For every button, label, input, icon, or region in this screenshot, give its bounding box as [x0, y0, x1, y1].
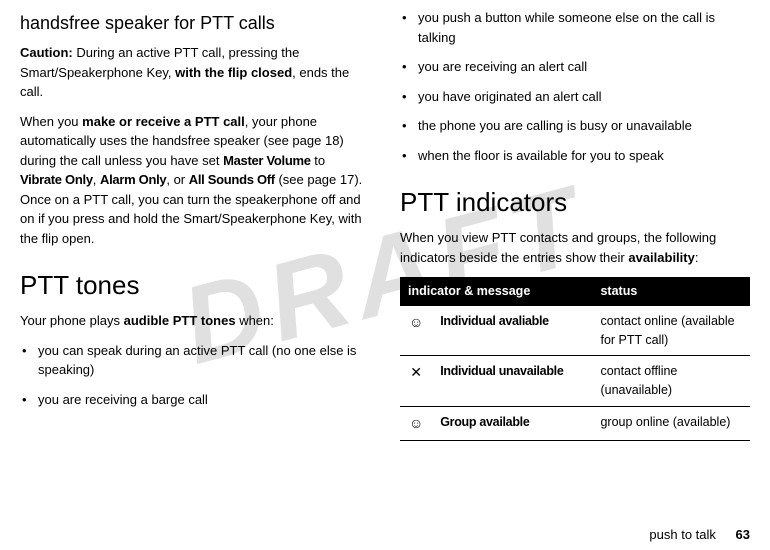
p2-c: to — [311, 153, 325, 168]
ind-intro-bold: availability — [628, 250, 694, 265]
list-item: you push a button while someone else on … — [400, 8, 750, 47]
table-row: ☺ Group available group online (availabl… — [400, 406, 750, 440]
footer: push to talk 63 — [649, 525, 750, 545]
p2-bold: make or receive a PTT call — [82, 114, 245, 129]
p2-a: When you — [20, 114, 82, 129]
th-status: status — [592, 277, 750, 306]
left-column: handsfree speaker for PTT calls Caution:… — [20, 8, 370, 508]
table-row: ☺ Individual avaliable contact online (a… — [400, 306, 750, 356]
list-item: when the floor is available for you to s… — [400, 146, 750, 166]
page-columns: handsfree speaker for PTT calls Caution:… — [20, 8, 750, 508]
list-item: the phone you are calling is busy or una… — [400, 116, 750, 136]
indicator-message: Individual unavailable — [440, 364, 563, 378]
p2-vibrate: Vibrate Only — [20, 172, 93, 187]
list-item: you are receiving an alert call — [400, 57, 750, 77]
indicator-status: group online (available) — [592, 406, 750, 440]
indicator-icon: ✕ — [400, 356, 432, 407]
heading-handsfree: handsfree speaker for PTT calls — [20, 10, 370, 37]
caution-bold: with the flip closed — [175, 65, 292, 80]
p2-alarm: Alarm Only — [100, 172, 166, 187]
footer-section: push to talk — [649, 527, 716, 542]
p2-e: , or — [166, 172, 188, 187]
right-column: you push a button while someone else on … — [400, 8, 750, 508]
indicator-message: Individual avaliable — [440, 314, 549, 328]
table-row: ✕ Individual unavailable contact offline… — [400, 356, 750, 407]
ind-intro-b: : — [695, 250, 699, 265]
list-item: you can speak during an active PTT call … — [20, 341, 370, 380]
make-receive-paragraph: When you make or receive a PTT call, you… — [20, 112, 370, 249]
p2-d: , — [93, 172, 100, 187]
heading-ptt-indicators: PTT indicators — [400, 183, 750, 222]
p2-master-volume: Master Volume — [223, 153, 311, 168]
indicators-intro: When you view PTT contacts and groups, t… — [400, 228, 750, 267]
tones-list-right: you push a button while someone else on … — [400, 8, 750, 165]
caution-paragraph: Caution: During an active PTT call, pres… — [20, 43, 370, 102]
indicators-table: indicator & message status ☺ Individual … — [400, 277, 750, 441]
tones-intro-a: Your phone plays — [20, 313, 124, 328]
indicator-message: Group available — [440, 415, 529, 429]
heading-ptt-tones: PTT tones — [20, 266, 370, 305]
tones-intro-bold: audible PTT tones — [124, 313, 236, 328]
indicator-status: contact online (available for PTT call) — [592, 306, 750, 356]
indicator-status: contact offline (unavailable) — [592, 356, 750, 407]
page-number: 63 — [736, 527, 750, 542]
tones-list-left: you can speak during an active PTT call … — [20, 341, 370, 410]
th-indicator: indicator & message — [400, 277, 592, 306]
p2-allsounds: All Sounds Off — [189, 172, 275, 187]
indicator-icon: ☺ — [400, 306, 432, 356]
caution-label: Caution: — [20, 45, 73, 60]
tones-intro-b: when: — [236, 313, 274, 328]
list-item: you are receiving a barge call — [20, 390, 370, 410]
list-item: you have originated an alert call — [400, 87, 750, 107]
tones-intro: Your phone plays audible PTT tones when: — [20, 311, 370, 331]
indicator-icon: ☺ — [400, 406, 432, 440]
